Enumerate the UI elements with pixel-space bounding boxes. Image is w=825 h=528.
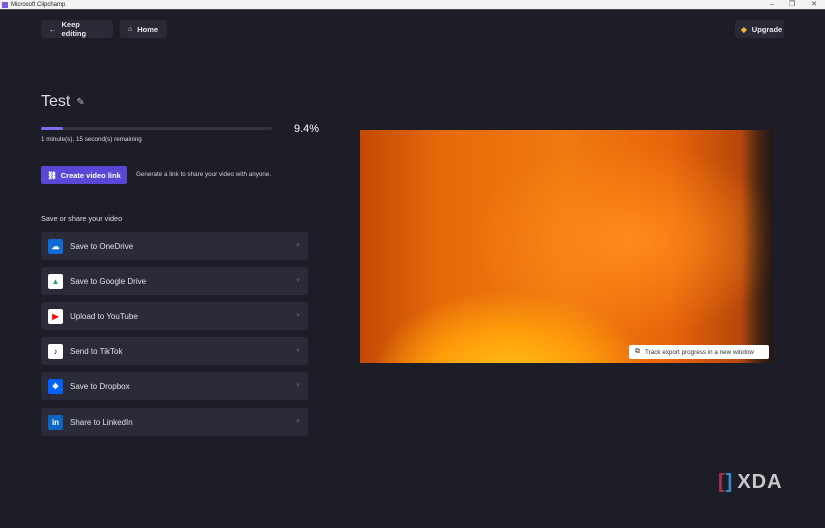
tiktok-icon: ♪ [48,343,63,359]
progress-percent: 9.4% [294,123,320,135]
upload-to-youtube[interactable]: ▶ Upload to YouTube ▼ [41,302,308,330]
window-title: Microsoft Clipchamp [11,1,66,8]
upgrade-label: Upgrade [751,24,783,34]
restore-button[interactable]: ❐ [783,0,801,10]
item-label: Send to TikTok [70,346,123,356]
keep-editing-button[interactable]: ← Keep editing [41,20,113,38]
save-to-dropbox[interactable]: ❖ Save to Dropbox ▼ [41,372,308,400]
clipchamp-logo-icon [2,1,8,8]
chevron-down-icon: ▼ [295,278,301,284]
link-icon: ⛓ [47,170,57,180]
create-video-link-label: Create video link [60,170,121,180]
keep-editing-label: Keep editing [61,20,87,38]
send-to-tiktok[interactable]: ♪ Send to TikTok ▼ [41,337,308,365]
track-export-label: Track export progress in a new window [645,348,754,356]
progress-fill [41,127,63,130]
home-button[interactable]: ⌂ Home [120,20,167,38]
chevron-down-icon: ▼ [295,243,301,249]
track-export-progress-button[interactable]: ⧉ Track export progress in a new window [629,345,769,359]
item-label: Save to Dropbox [70,381,130,391]
title-bar: Microsoft Clipchamp – ❐ ✕ [0,0,825,10]
item-label: Save to OneDrive [70,241,134,251]
create-video-link-button[interactable]: ⛓ Create video link [41,166,127,184]
chevron-down-icon: ▼ [295,348,301,354]
home-icon: ⌂ [128,25,133,33]
item-label: Save to Google Drive [70,276,147,286]
dropbox-icon: ❖ [48,378,63,394]
save-section-heading: Save or share your video [41,214,123,223]
save-to-onedrive[interactable]: ☁ Save to OneDrive ▼ [41,232,308,260]
video-preview [360,130,773,363]
share-to-linkedin[interactable]: in Share to LinkedIn ▼ [41,408,308,436]
share-link-description: Generate a link to share your video with… [136,171,272,178]
chevron-down-icon: ▼ [295,313,301,319]
youtube-icon: ▶ [48,308,63,324]
project-title: Test [41,93,71,110]
time-remaining: 1 minute(s), 15 second(s) remaining [41,136,142,143]
diamond-icon: ◆ [741,24,747,34]
google-drive-icon: ▲ [48,273,63,289]
project-title-row: Test ✎ [41,93,85,111]
minimize-button[interactable]: – [763,0,781,10]
export-progress-bar [41,127,272,130]
chevron-down-icon: ▼ [295,419,301,425]
arrow-left-icon: ← [49,24,57,34]
linkedin-icon: in [48,414,63,430]
watermark-text: XDA [737,471,783,493]
new-window-icon: ⧉ [635,348,640,355]
xda-watermark: [] XDA [718,471,783,493]
item-label: Upload to YouTube [70,311,138,321]
save-to-google-drive[interactable]: ▲ Save to Google Drive ▼ [41,267,308,295]
close-button[interactable]: ✕ [805,0,823,10]
home-label: Home [137,24,159,34]
chevron-down-icon: ▼ [295,383,301,389]
pencil-icon[interactable]: ✎ [76,97,84,108]
onedrive-icon: ☁ [48,238,63,254]
upgrade-button[interactable]: ◆ Upgrade [735,20,784,38]
item-label: Share to LinkedIn [70,417,133,427]
